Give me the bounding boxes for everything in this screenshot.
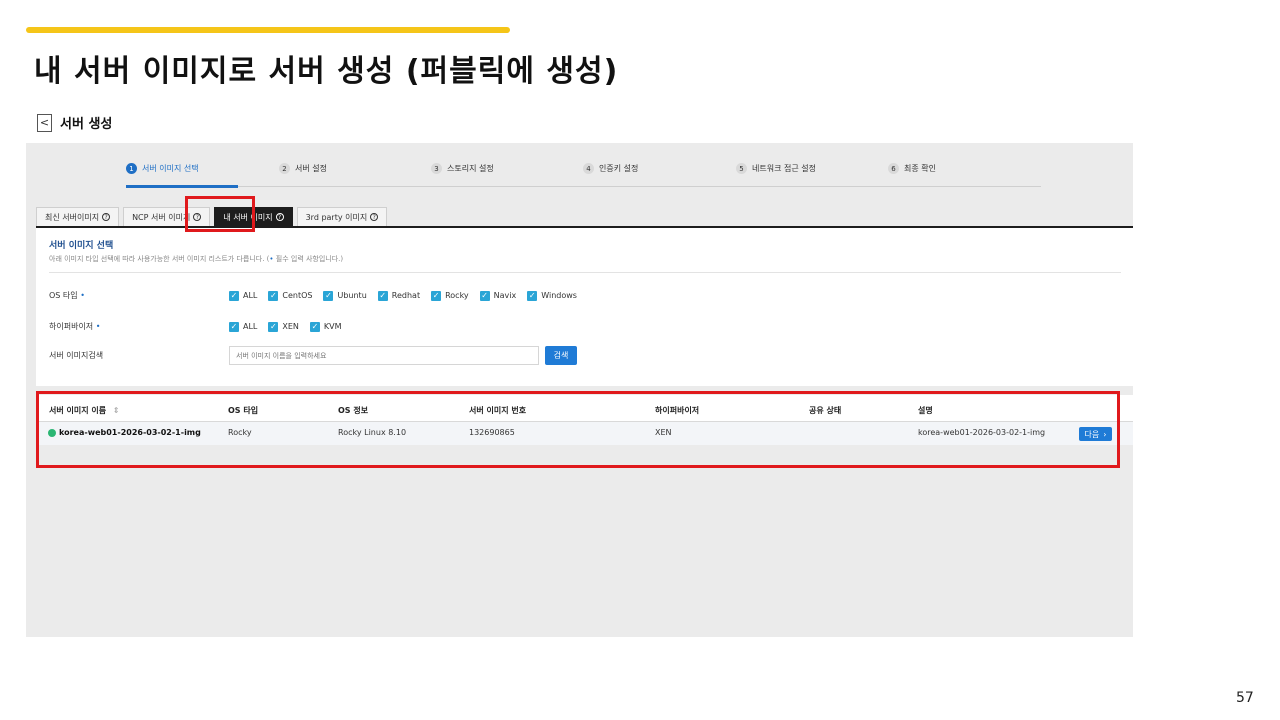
checkbox-os-all[interactable]: ✓ ALL <box>229 290 258 301</box>
checkbox-os-windows[interactable]: ✓ Windows <box>527 290 577 301</box>
checkbox-label: XEN <box>282 322 299 331</box>
tab-label: NCP 서버 이미지 <box>132 212 191 222</box>
hypervisor-checkboxes: ✓ ALL ✓ XEN ✓ KVM <box>229 321 342 332</box>
checkbox-hv-all[interactable]: ✓ ALL <box>229 321 258 332</box>
divider <box>49 272 1121 273</box>
image-search-label: 서버 이미지검색 <box>49 351 104 360</box>
checkbox-icon[interactable]: ✓ <box>527 290 538 301</box>
required-mark: • <box>95 322 101 331</box>
step-number: 4 <box>583 163 594 174</box>
help-icon[interactable]: ? <box>102 213 111 221</box>
image-search-input[interactable] <box>229 346 539 365</box>
step-number: 2 <box>279 163 290 174</box>
checkbox-icon[interactable]: ✓ <box>309 321 320 332</box>
page-number: 57 <box>1236 690 1254 706</box>
checkbox-icon[interactable]: ✓ <box>431 290 442 301</box>
step-number: 1 <box>126 163 137 174</box>
checkbox-os-rocky[interactable]: ✓ Rocky <box>431 290 469 301</box>
checkbox-icon[interactable]: ✓ <box>229 321 239 332</box>
step-1[interactable]: 1 서버 이미지 선택 <box>126 163 199 174</box>
required-mark: • <box>80 291 85 300</box>
tab-highlight-box <box>185 196 255 232</box>
os-type-checkboxes: ✓ ALL ✓ CentOS ✓ Ubuntu ✓ Redhat ✓ Rocky ✓ Nav… <box>229 290 577 301</box>
checkbox-label: CentOS <box>282 291 313 300</box>
image-search-row: 서버 이미지검색 검색 <box>49 346 577 365</box>
checkbox-label: ALL <box>243 291 258 300</box>
help-icon[interactable]: ? <box>275 213 284 221</box>
checkbox-label: KVM <box>323 322 342 331</box>
checkbox-hv-xen[interactable]: ✓ XEN <box>268 321 299 332</box>
hypervisor-row: 하이퍼바이저 • ✓ ALL ✓ XEN ✓ KVM <box>49 321 342 332</box>
label-text: 하이퍼바이저 <box>49 322 94 331</box>
checkbox-hv-kvm[interactable]: ✓ KVM <box>309 321 342 332</box>
table-highlight-box <box>36 391 1120 468</box>
step-indicator: 1 서버 이미지 선택 2 서버 설정 3 스토리지 설정 4 인증키 설정 5… <box>126 163 1041 188</box>
checkbox-label: Navix <box>493 291 517 300</box>
step-3[interactable]: 3 스토리지 설정 <box>431 163 494 174</box>
checkbox-label: ALL <box>243 322 258 331</box>
step-number: 6 <box>888 163 899 174</box>
step-number: 3 <box>431 163 442 174</box>
step-label: 인증키 설정 <box>599 164 639 173</box>
checkbox-os-centos[interactable]: ✓ CentOS <box>268 290 313 301</box>
step-number: 5 <box>736 163 747 174</box>
step-4[interactable]: 4 인증키 설정 <box>583 163 638 174</box>
step-progress-line <box>126 185 238 188</box>
step-label: 서버 설정 <box>295 164 327 173</box>
step-label: 서버 이미지 선택 <box>142 164 199 173</box>
tab-third-party-images[interactable]: 3rd party 이미지 ? <box>296 207 388 226</box>
search-button[interactable]: 검색 <box>545 346 577 365</box>
tab-label: 최신 서버이미지 <box>45 212 100 222</box>
slide-title: 내 서버 이미지로 서버 생성 (퍼블릭에 생성) <box>34 54 619 89</box>
tab-latest-images[interactable]: 최신 서버이미지 ? <box>36 207 120 226</box>
checkbox-label: Ubuntu <box>337 291 367 300</box>
section-description: 아래 이미지 타입 선택에 따라 사용가능한 서버 이미지 리스트가 다릅니다.… <box>49 254 343 264</box>
checkbox-icon[interactable]: ✓ <box>479 290 490 301</box>
hypervisor-label: 하이퍼바이저 • <box>49 321 229 332</box>
checkbox-os-ubuntu[interactable]: ✓ Ubuntu <box>323 290 367 301</box>
checkbox-label: Redhat <box>391 291 421 300</box>
checkbox-label: Windows <box>541 291 577 300</box>
page-header: < 서버 생성 <box>37 113 112 132</box>
help-icon[interactable]: ? <box>370 213 379 221</box>
checkbox-label: Rocky <box>445 291 469 300</box>
description-text: 아래 이미지 타입 선택에 따라 사용가능한 서버 이미지 리스트가 다릅니다.… <box>49 255 270 263</box>
checkbox-icon[interactable]: ✓ <box>323 290 334 301</box>
step-label: 네트워크 접근 설정 <box>752 164 816 173</box>
step-6[interactable]: 6 최종 확인 <box>888 163 936 174</box>
step-5[interactable]: 5 네트워크 접근 설정 <box>736 163 816 174</box>
image-selection-panel: 서버 이미지 선택 아래 이미지 타입 선택에 따라 사용가능한 서버 이미지 … <box>36 228 1133 386</box>
os-type-label: OS 타입 • <box>49 290 229 301</box>
checkbox-icon[interactable]: ✓ <box>229 290 239 301</box>
page-title: 서버 생성 <box>60 117 113 132</box>
label-text: OS 타입 <box>49 291 78 300</box>
chevron-left-icon[interactable]: < <box>37 113 52 132</box>
checkbox-icon[interactable]: ✓ <box>377 290 388 301</box>
checkbox-icon[interactable]: ✓ <box>268 321 279 332</box>
step-label: 스토리지 설정 <box>447 164 494 173</box>
checkbox-os-redhat[interactable]: ✓ Redhat <box>377 290 421 301</box>
tab-label: 3rd party 이미지 <box>305 212 368 222</box>
accent-bar <box>26 27 510 33</box>
section-title: 서버 이미지 선택 <box>49 241 114 251</box>
description-tail: 필수 입력 사항입니다.) <box>273 255 344 263</box>
step-label: 최종 확인 <box>904 164 936 173</box>
checkbox-os-navix[interactable]: ✓ Navix <box>479 290 517 301</box>
os-type-row: OS 타입 • ✓ ALL ✓ CentOS ✓ Ubuntu ✓ Redhat ✓ Ro… <box>49 290 577 301</box>
checkbox-icon[interactable]: ✓ <box>268 290 279 301</box>
step-2[interactable]: 2 서버 설정 <box>279 163 327 174</box>
